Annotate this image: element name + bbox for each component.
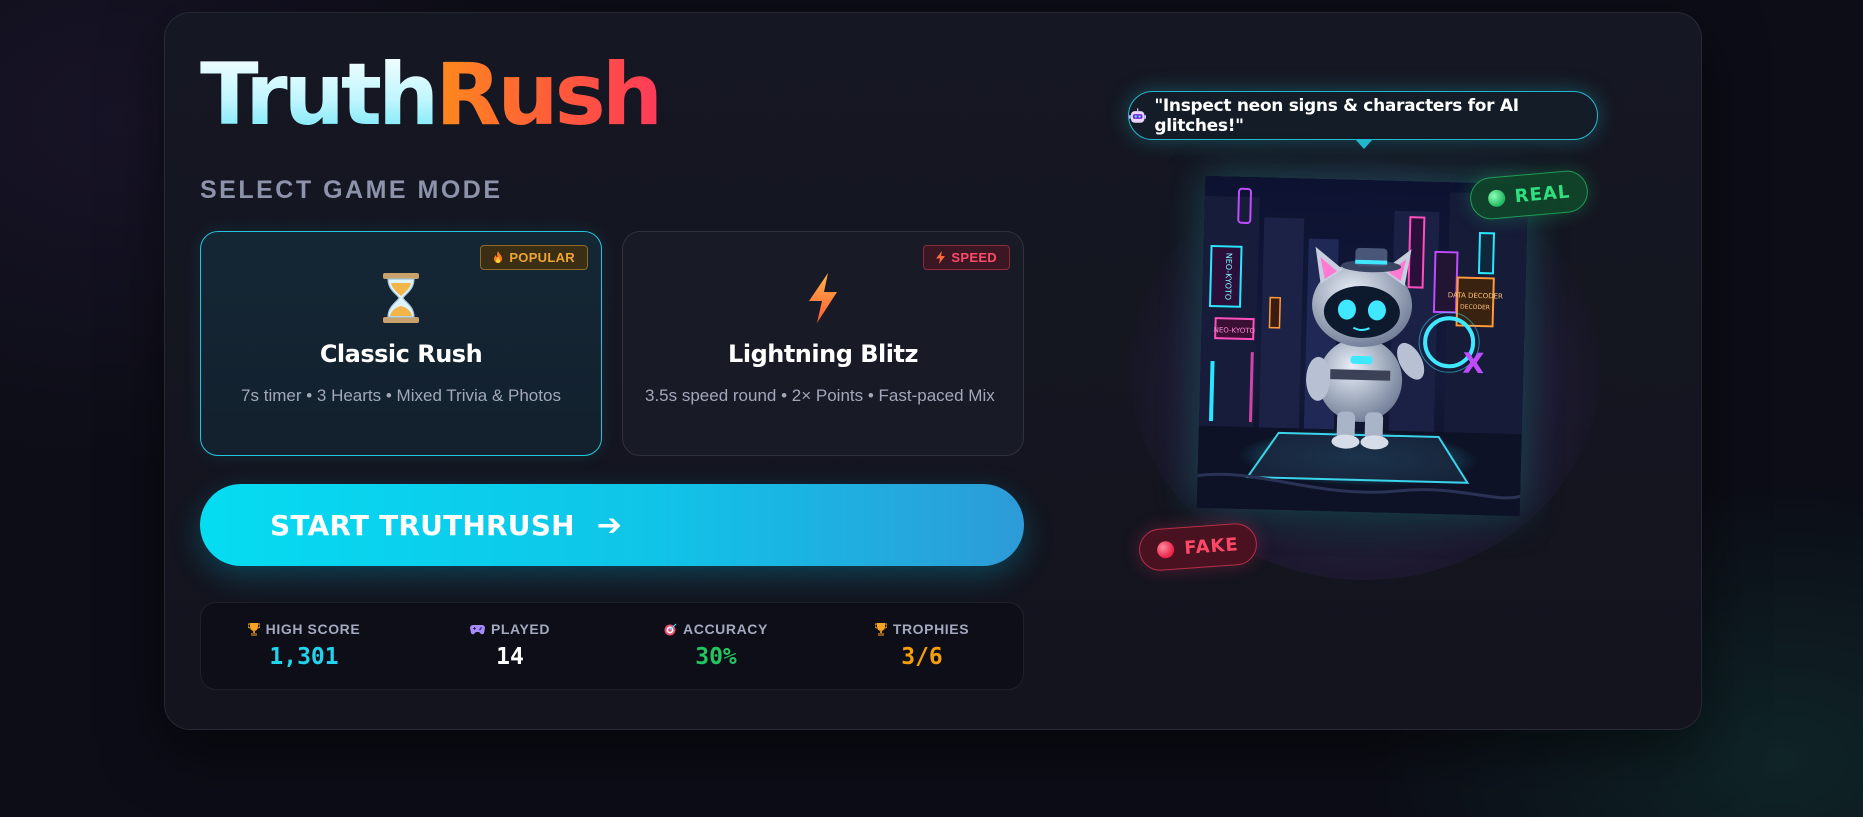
hint-tooltip: "Inspect neon signs & characters for AI …	[1128, 91, 1598, 140]
section-title: SELECT GAME MODE	[200, 176, 503, 204]
mode-card-classic-rush[interactable]: POPULAR Classic Rush 7s timer • 3 Hearts…	[200, 231, 602, 456]
mode-name: Lightning Blitz	[728, 340, 918, 368]
svg-text:NEO-KYOTO: NEO-KYOTO	[1214, 326, 1256, 335]
fire-icon	[494, 251, 503, 263]
truthrush-logo: TruthRush	[200, 45, 663, 145]
svg-text:X: X	[1462, 347, 1485, 381]
robot-icon	[1129, 107, 1147, 123]
start-game-button[interactable]: START TRUTHRUSH ➔	[200, 484, 1024, 566]
mode-description: 7s timer • 3 Hearts • Mixed Trivia & Pho…	[241, 386, 561, 405]
mode-description: 3.5s speed round • 2× Points • Fast-pace…	[645, 386, 995, 405]
stats-bar: HIGH SCORE 1,301 PLAYED 14 ACCURACY 30%	[200, 602, 1024, 690]
trophy-icon	[874, 622, 887, 636]
stat-value: 14	[496, 644, 524, 670]
target-icon	[664, 623, 677, 635]
stat-played: PLAYED 14	[407, 621, 613, 670]
svg-text:NEO-KYOTO: NEO-KYOTO	[1223, 253, 1233, 301]
lightning-icon	[809, 273, 837, 323]
svg-text:DECODER: DECODER	[1460, 304, 1490, 312]
fake-button[interactable]: FAKE	[1137, 521, 1259, 573]
challenge-photo: NEO-KYOTO NEO-KYOTO DATA DECODER DECODER…	[1196, 175, 1529, 517]
red-dot-icon	[1156, 540, 1175, 559]
stat-value: 30%	[695, 644, 737, 670]
hourglass-icon	[383, 273, 419, 323]
stat-accuracy: ACCURACY 30%	[613, 621, 819, 670]
start-button-label: START TRUTHRUSH	[270, 508, 575, 542]
lightning-icon	[936, 251, 946, 264]
stat-high-score: HIGH SCORE 1,301	[201, 621, 407, 670]
mode-name: Classic Rush	[319, 340, 483, 368]
stat-trophies: TROPHIES 3/6	[819, 621, 1025, 670]
stat-value: 1,301	[269, 644, 339, 670]
popular-badge: POPULAR	[480, 245, 588, 270]
trophy-icon	[247, 622, 260, 636]
gamepad-icon	[469, 624, 485, 634]
green-dot-icon	[1487, 188, 1506, 208]
cyberpunk-robot-cat-image: NEO-KYOTO NEO-KYOTO DATA DECODER DECODER…	[1196, 175, 1529, 517]
arrow-right-icon: ➔	[596, 507, 623, 543]
mode-card-lightning-blitz[interactable]: SPEED Lightning Blitz 3.5s speed round •…	[622, 231, 1024, 456]
svg-text:DATA DECODER: DATA DECODER	[1448, 291, 1503, 300]
speed-badge: SPEED	[923, 245, 1010, 270]
tooltip-tail	[1355, 139, 1373, 149]
stat-value: 3/6	[901, 644, 943, 670]
